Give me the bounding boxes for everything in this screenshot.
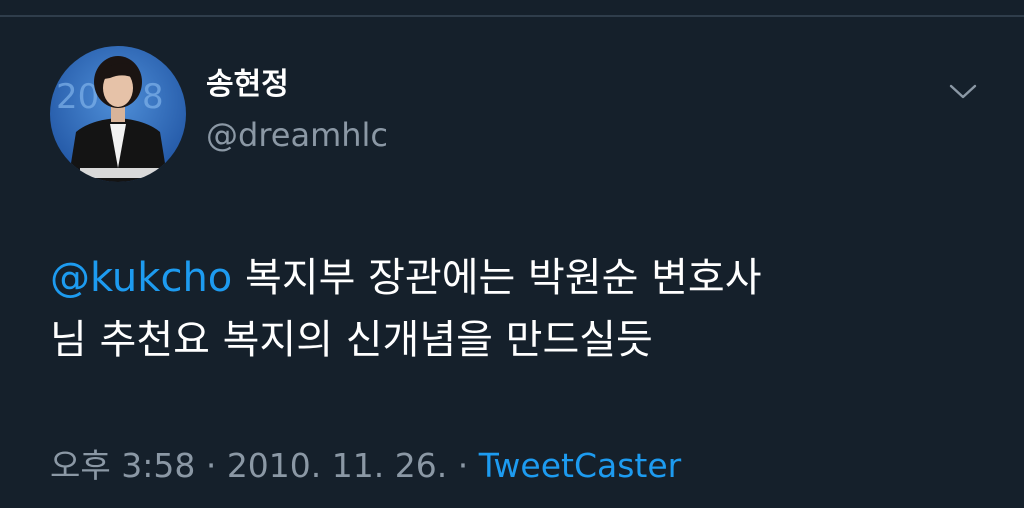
meta-separator: ·: [447, 446, 479, 485]
mention-link[interactable]: @kukcho: [50, 255, 232, 301]
username-handle[interactable]: @dreamhlc: [206, 115, 388, 155]
tweet-text-line-2: 님 추천요 복지의 신개념을 만드실듯: [50, 317, 653, 363]
tweet-date[interactable]: 2010. 11. 26.: [227, 446, 447, 485]
tweet-text-line-1-rest: 복지부 장관에는 박원순 변호사: [232, 255, 762, 301]
more-options-button[interactable]: [944, 78, 982, 106]
tweet-text-line-1: @kukcho 복지부 장관에는 박원순 변호사: [50, 247, 990, 309]
tweet-time[interactable]: 오후 3:58: [50, 446, 195, 485]
profile-photo-icon: 20 8: [50, 46, 186, 182]
tweet-text: @kukcho 복지부 장관에는 박원순 변호사 님 추천요 복지의 신개념을 …: [50, 247, 990, 371]
chevron-down-icon: [949, 84, 977, 99]
top-divider: [0, 15, 1024, 17]
tweet-source-link[interactable]: TweetCaster: [479, 446, 682, 485]
tweet-meta: 오후 3:58 · 2010. 11. 26. · TweetCaster: [50, 444, 681, 488]
svg-text:20: 20: [56, 77, 99, 117]
svg-text:8: 8: [142, 77, 164, 117]
display-name[interactable]: 송현정: [206, 66, 289, 104]
avatar[interactable]: 20 8: [50, 46, 186, 182]
meta-separator: ·: [195, 446, 227, 485]
